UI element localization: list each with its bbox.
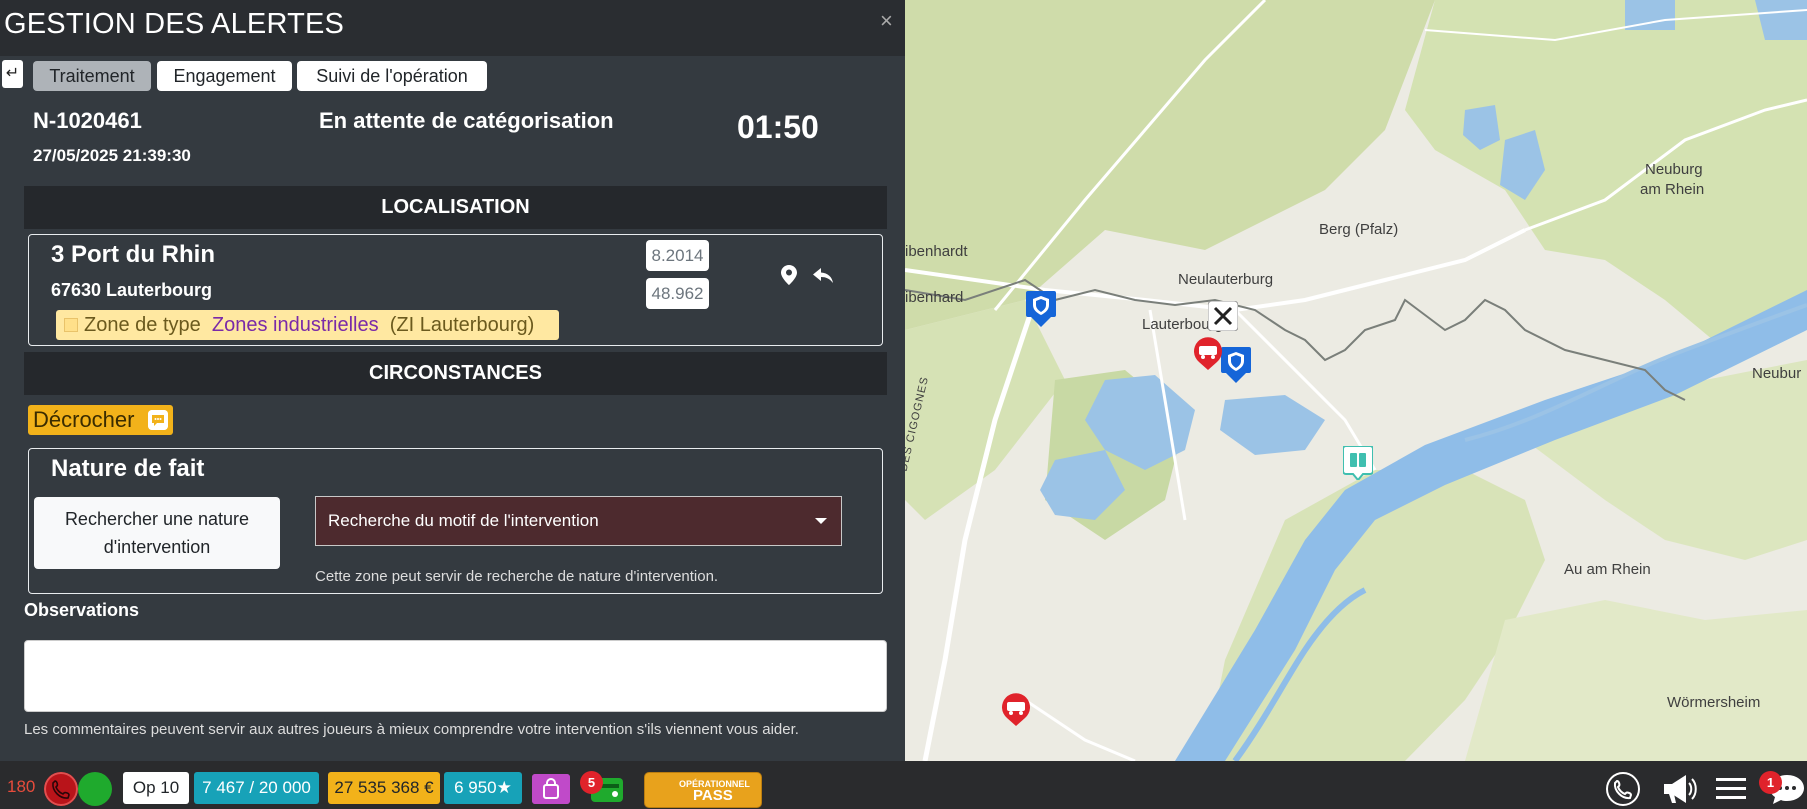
observations-label: Observations bbox=[24, 600, 140, 620]
operations-count-button[interactable]: Op 10 bbox=[123, 772, 189, 804]
police-marker[interactable] bbox=[1026, 291, 1056, 327]
observations-textarea[interactable] bbox=[24, 640, 887, 712]
star-icon: ★ bbox=[496, 778, 512, 797]
map-pin-icon[interactable] bbox=[781, 265, 797, 285]
back-button[interactable]: ↵ bbox=[2, 60, 23, 88]
longitude-field[interactable]: 8.2014 bbox=[646, 240, 709, 271]
tools-marker[interactable] bbox=[1208, 301, 1238, 331]
motif-select[interactable]: Recherche du motif de l'intervention bbox=[315, 496, 842, 546]
zone-type-link[interactable]: Zones industrielles bbox=[212, 314, 379, 336]
phone-ringing-icon[interactable] bbox=[44, 772, 78, 806]
alert-management-panel: GESTION DES ALERTES × ↵ Traitement Engag… bbox=[0, 0, 905, 761]
zone-prefix: Zone de type bbox=[84, 314, 201, 336]
speech-bubble-icon bbox=[148, 410, 168, 430]
bus-stop-marker[interactable] bbox=[1343, 446, 1373, 480]
intervention-number: N-1020461 bbox=[33, 108, 142, 133]
map-label: Neubur bbox=[1752, 365, 1802, 382]
status-indicator[interactable] bbox=[78, 772, 112, 806]
panel-title: GESTION DES ALERTES bbox=[4, 8, 345, 40]
map-label: Au am Rhein bbox=[1564, 561, 1651, 578]
tab-engagement[interactable]: Engagement bbox=[157, 61, 292, 91]
map-label: am Rhein bbox=[1640, 181, 1705, 198]
map-label: Neuburg bbox=[1645, 161, 1703, 178]
zone-type-badge: Zone de type Zones industrielles (ZI Lau… bbox=[56, 310, 559, 340]
close-icon[interactable]: × bbox=[880, 8, 893, 34]
shop-bag-icon[interactable] bbox=[532, 774, 570, 804]
megaphone-icon[interactable] bbox=[1660, 771, 1698, 807]
wallet-notification-badge: 5 bbox=[580, 771, 603, 794]
search-nature-button[interactable]: Rechercher une nature d'intervention bbox=[34, 497, 280, 569]
fire-truck-marker[interactable] bbox=[1000, 692, 1032, 726]
map-label: Berg (Pfalz) bbox=[1319, 221, 1399, 238]
chat-notification-badge: 1 bbox=[1759, 771, 1782, 794]
section-header-circumstances: CIRCONSTANCES bbox=[24, 352, 887, 395]
money-badge[interactable]: 27 535 368 € bbox=[328, 772, 440, 804]
tab-suivi-operation[interactable]: Suivi de l'opération bbox=[297, 61, 487, 91]
map-label: Wörmersheim bbox=[1667, 694, 1761, 711]
address-line1: 3 Port du Rhin bbox=[51, 241, 215, 268]
observations-help-text: Les commentaires peuvent servir aux autr… bbox=[24, 721, 799, 738]
stars-badge[interactable]: 6 950★ bbox=[444, 772, 522, 804]
hamburger-menu-icon[interactable] bbox=[1716, 776, 1746, 802]
address-line2: 67630 Lauterbourg bbox=[51, 280, 213, 300]
operational-pass-button[interactable]: OPÉRATIONNEL PASS bbox=[644, 772, 762, 808]
map-label: Neulauterburg bbox=[1178, 271, 1274, 288]
zone-color-swatch bbox=[64, 318, 78, 332]
decrocher-label: Décrocher bbox=[33, 407, 135, 432]
nature-title: Nature de fait bbox=[51, 455, 205, 482]
map-view[interactable]: ibenhardt ibenhard Neulauterburg Lauterb… bbox=[905, 0, 1807, 761]
panel-titlebar: GESTION DES ALERTES × bbox=[0, 0, 905, 56]
map-label: ibenhard bbox=[905, 289, 964, 306]
pending-calls-count: 180 bbox=[7, 777, 36, 796]
map-label: ibenhardt bbox=[905, 243, 968, 260]
pass-line2: PASS bbox=[693, 787, 733, 804]
reply-icon[interactable] bbox=[813, 268, 833, 284]
phone-icon[interactable] bbox=[1605, 771, 1641, 807]
stars-value: 6 950 bbox=[454, 778, 497, 797]
intervention-datetime: 27/05/2025 21:39:30 bbox=[33, 146, 191, 165]
intervention-timer: 01:50 bbox=[737, 109, 819, 145]
section-header-location: LOCALISATION bbox=[24, 186, 887, 229]
police-marker[interactable] bbox=[1221, 347, 1251, 383]
tab-traitement[interactable]: Traitement bbox=[33, 61, 151, 91]
latitude-field[interactable]: 48.962 bbox=[646, 278, 709, 309]
map-canvas bbox=[905, 0, 1807, 761]
missions-progress-badge[interactable]: 7 467 / 20 000 bbox=[194, 772, 319, 804]
motif-help-text: Cette zone peut servir de recherche de n… bbox=[315, 568, 719, 585]
intervention-status: En attente de catégorisation bbox=[319, 108, 614, 133]
motif-placeholder: Recherche du motif de l'intervention bbox=[328, 511, 599, 530]
zone-name: (ZI Lauterbourg) bbox=[389, 314, 535, 336]
chevron-down-icon bbox=[815, 518, 827, 524]
fire-truck-marker[interactable] bbox=[1192, 336, 1224, 370]
